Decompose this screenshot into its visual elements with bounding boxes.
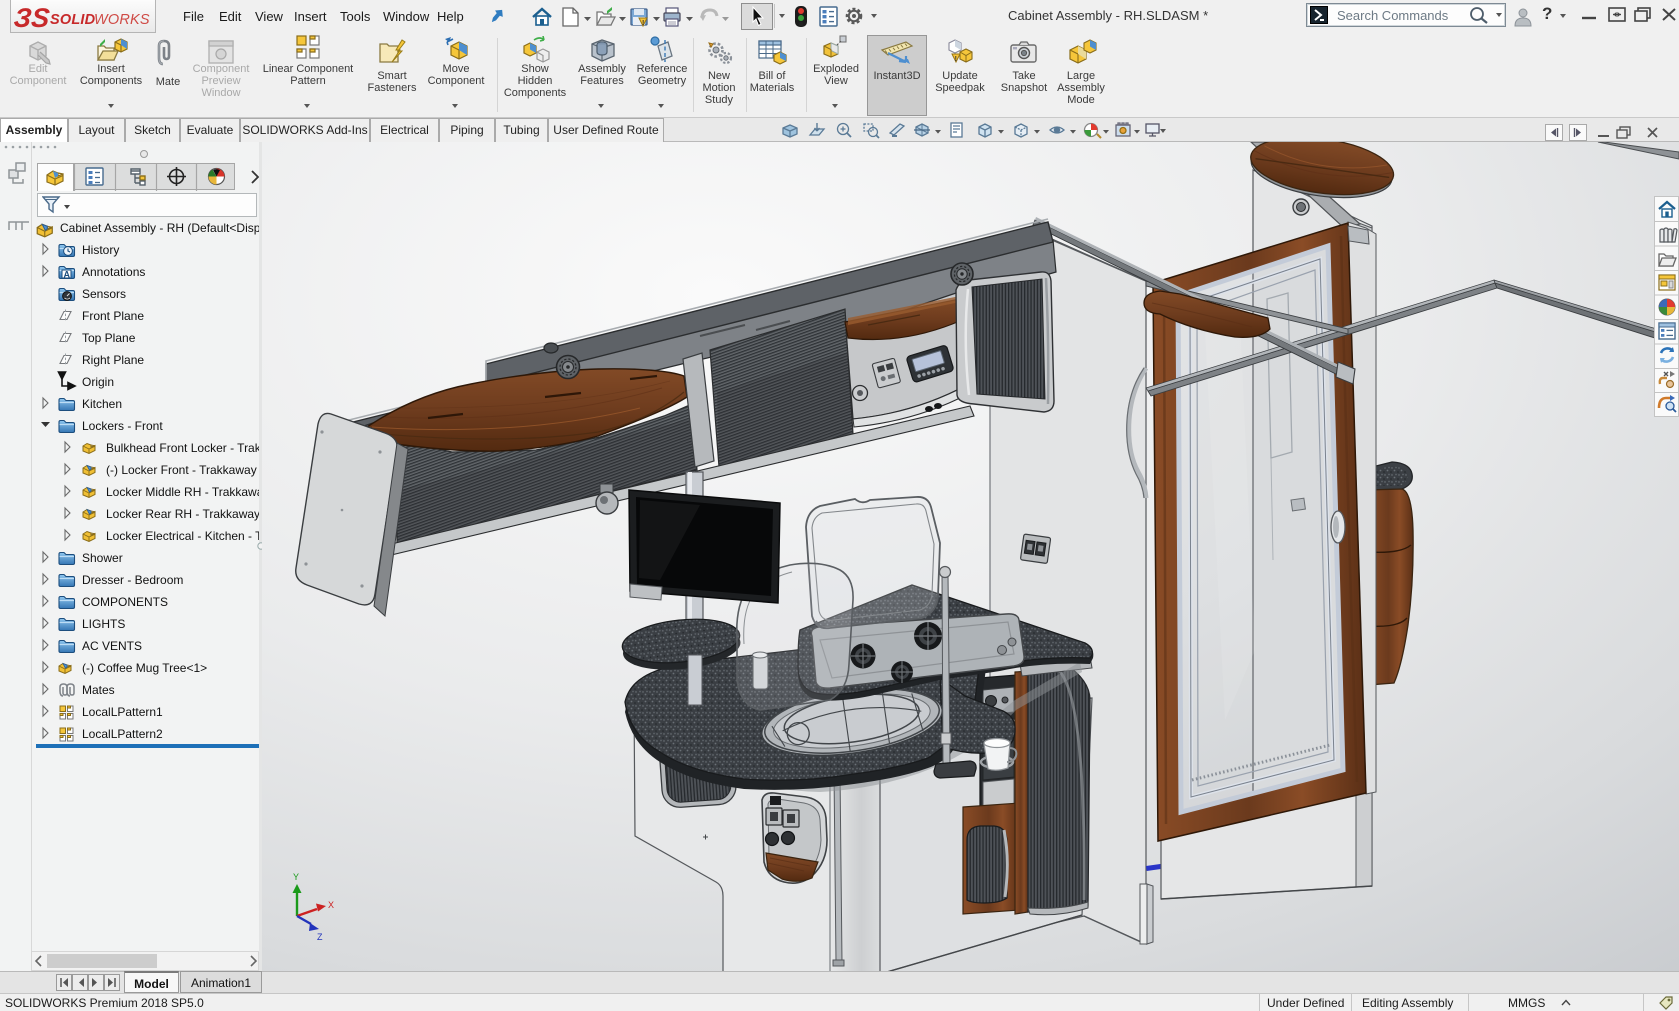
svg-text:Cabinet Assembly - RH (Defaul: Cabinet Assembly - RH (Default<Disp [60, 221, 261, 235]
svg-text:Dresser - Bedroom: Dresser - Bedroom [82, 573, 183, 587]
svg-text:Bulkhead Front Locker - Trakl: Bulkhead Front Locker - Trakl [106, 441, 262, 455]
svg-text:!: ! [642, 20, 644, 27]
svg-text:Mates: Mates [82, 683, 115, 697]
svg-text:ЗS: ЗS [13, 2, 52, 33]
svg-text:A: A [64, 270, 71, 280]
svg-text:!: ! [955, 56, 957, 63]
svg-text:History: History [82, 243, 119, 257]
svg-text:LocalLPattern1: LocalLPattern1 [82, 705, 163, 719]
svg-text:Locker Rear RH - Trakkaway 8: Locker Rear RH - Trakkaway 8 [106, 507, 262, 521]
svg-text:Locker Electrical - Kitchen -: Locker Electrical - Kitchen - T [106, 529, 262, 543]
svg-text:Lockers - Front: Lockers - Front [82, 419, 163, 433]
svg-text:Front Plane: Front Plane [82, 309, 144, 323]
svg-text:Right Plane: Right Plane [82, 353, 144, 367]
svg-text:SOLID: SOLID [50, 12, 96, 28]
svg-text:WORKS: WORKS [94, 12, 150, 28]
svg-text:Y: Y [293, 872, 299, 882]
svg-text:Shower: Shower [82, 551, 123, 565]
svg-text:LocalLPattern2: LocalLPattern2 [82, 727, 163, 741]
svg-text:Z: Z [317, 932, 323, 942]
svg-text:(-) Coffee Mug Tree<1>: (-) Coffee Mug Tree<1> [82, 661, 207, 675]
svg-text:AC VENTS: AC VENTS [82, 639, 142, 653]
svg-text:LIGHTS: LIGHTS [82, 617, 125, 631]
svg-text:COMPONENTS: COMPONENTS [82, 595, 168, 609]
svg-text:(-) Locker Front - Trakkaway 8: (-) Locker Front - Trakkaway 8 [106, 463, 262, 477]
svg-text:Annotations: Annotations [82, 265, 145, 279]
svg-text:Sensors: Sensors [82, 287, 126, 301]
svg-text:Locker Middle RH - Trakkawa: Locker Middle RH - Trakkawa [106, 485, 262, 499]
svg-text:Kitchen: Kitchen [82, 397, 122, 411]
svg-text:X: X [328, 900, 334, 910]
svg-text:Origin: Origin [82, 375, 114, 389]
svg-text:Top Plane: Top Plane [82, 331, 136, 345]
